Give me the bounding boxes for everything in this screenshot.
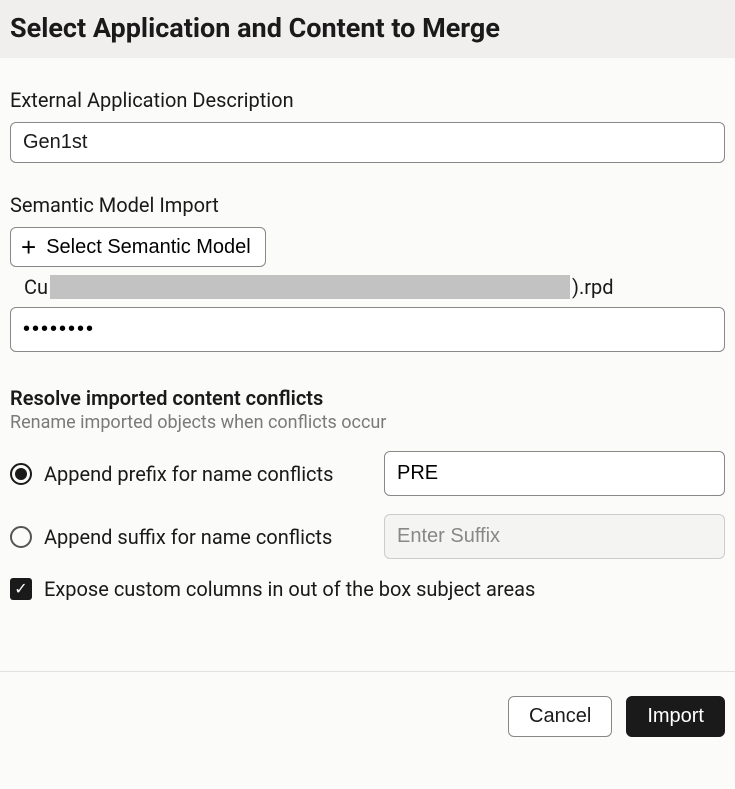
semantic-import-label: Semantic Model Import — [10, 193, 725, 217]
external-app-input[interactable] — [10, 122, 725, 163]
expose-columns-checkbox[interactable]: ✓ — [10, 578, 32, 600]
radio-dot-icon — [15, 468, 27, 480]
suffix-radio[interactable] — [10, 526, 32, 548]
check-icon: ✓ — [14, 581, 27, 597]
expose-columns-label: Expose custom columns in out of the box … — [44, 577, 535, 601]
expose-columns-row: ✓ Expose custom columns in out of the bo… — [10, 577, 725, 601]
resolve-subheading: Rename imported objects when conflicts o… — [10, 412, 725, 433]
import-button[interactable]: Import — [626, 696, 725, 737]
semantic-password-input[interactable] — [10, 307, 725, 352]
dialog-title: Select Application and Content to Merge — [10, 12, 725, 44]
dialog-body: External Application Description Semanti… — [0, 58, 735, 611]
filename-suffix: ).rpd — [572, 275, 614, 299]
select-semantic-model-label: Select Semantic Model — [46, 236, 251, 259]
filename-prefix: Cu — [24, 275, 48, 299]
cancel-button[interactable]: Cancel — [508, 696, 612, 737]
plus-icon: + — [21, 234, 36, 260]
external-app-label: External Application Description — [10, 88, 725, 112]
prefix-radio-label: Append prefix for name conflicts — [44, 462, 384, 486]
suffix-radio-label: Append suffix for name conflicts — [44, 525, 384, 549]
filename-redacted — [50, 275, 570, 299]
resolve-heading: Resolve imported content conflicts — [10, 386, 725, 410]
select-semantic-model-button[interactable]: + Select Semantic Model — [10, 227, 266, 267]
prefix-input[interactable] — [384, 451, 725, 496]
suffix-option-row: Append suffix for name conflicts — [10, 514, 725, 559]
prefix-radio[interactable] — [10, 463, 32, 485]
prefix-option-row: Append prefix for name conflicts — [10, 451, 725, 496]
dialog-header: Select Application and Content to Merge — [0, 0, 735, 58]
suffix-input[interactable] — [384, 514, 725, 559]
dialog-footer: Cancel Import — [0, 671, 735, 749]
selected-file-row: Cu ).rpd — [10, 275, 725, 299]
